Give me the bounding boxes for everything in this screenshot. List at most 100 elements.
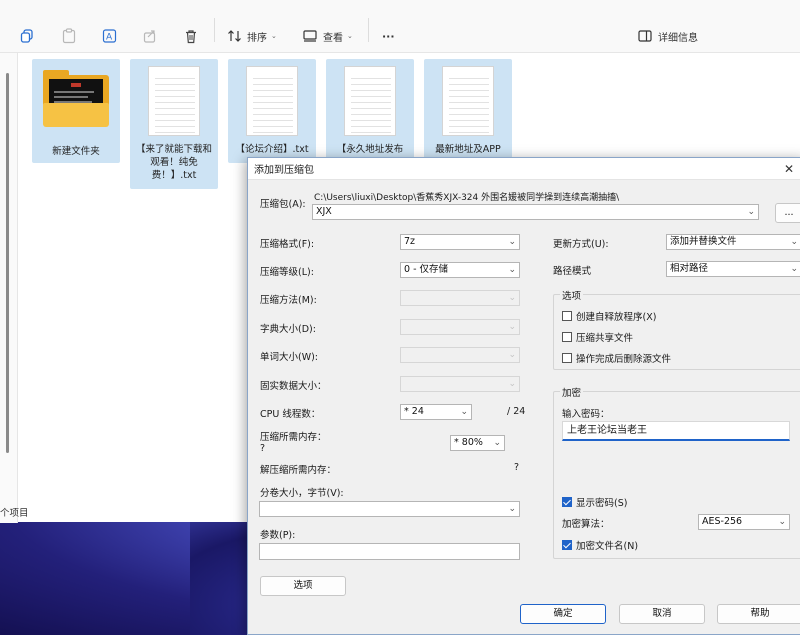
chevron-down-icon: ⌄	[493, 438, 501, 448]
chevron-down-icon: ⌄	[778, 517, 786, 527]
dictionary-select[interactable]: ⌄	[400, 319, 520, 335]
word-size-select[interactable]: ⌄	[400, 347, 520, 363]
share-icon[interactable]	[143, 24, 157, 48]
dictionary-label: 字典大小(D):	[260, 324, 316, 335]
path-mode-select[interactable]: 相对路径 ⌄	[666, 261, 800, 277]
chevron-down-icon: ⌄	[508, 504, 516, 514]
toolbar-divider	[214, 18, 215, 42]
options-button[interactable]: 选项	[260, 576, 346, 596]
compress-memory-label: 压缩所需内存：	[260, 432, 327, 443]
format-label: 压缩格式(F):	[260, 239, 315, 250]
folder-icon	[32, 63, 120, 139]
split-size-combo[interactable]: ⌄	[259, 501, 520, 517]
encrypt-names-checkbox[interactable]: 加密文件名(N)	[562, 538, 638, 552]
status-bar: 个项目	[0, 508, 29, 519]
view-button[interactable]: 查看 ⌄	[303, 24, 353, 48]
chevron-down-icon: ⌄	[508, 322, 516, 332]
cancel-button[interactable]: 取消	[619, 604, 705, 624]
chevron-down-icon: ⌄	[790, 237, 798, 247]
method-select[interactable]: ⌄	[400, 290, 520, 306]
svg-text:A: A	[106, 33, 113, 43]
memory-percent-select[interactable]: * 80% ⌄	[450, 435, 505, 451]
toolbar-divider	[368, 18, 369, 42]
file-name: 新建文件夹	[52, 146, 100, 157]
encrypt-names-label: 加密文件名(N)	[576, 541, 639, 552]
file-name: 【来了就能下载和观看！纯免费！】.txt	[135, 144, 212, 181]
file-item-folder[interactable]: 新建文件夹	[32, 59, 120, 163]
explorer-toolbar: A 排序 ⌄ 查看 ⌄ ··· 详细信息	[0, 10, 720, 58]
chevron-down-icon: ⌄	[790, 264, 798, 274]
browse-button[interactable]: ...	[775, 203, 800, 223]
encryption-group: 加密 输入密码： 上老王论坛当老王 显示密码(S) 加密算法： AES-256 ⌄…	[553, 385, 800, 559]
text-file-icon	[442, 66, 494, 136]
chevron-down-icon: ⌄	[508, 265, 516, 275]
encryption-method-select[interactable]: AES-256 ⌄	[698, 514, 790, 530]
delete-after-checkbox[interactable]: 操作完成后删除源文件	[562, 351, 671, 365]
password-input[interactable]: 上老王论坛当老王	[562, 421, 790, 441]
level-select[interactable]: 0 - 仅存储 ⌄	[400, 262, 520, 278]
update-mode-label: 更新方式(U):	[553, 239, 609, 250]
file-name: 最新地址及APP	[435, 144, 501, 155]
rename-icon[interactable]: A	[102, 24, 118, 48]
delete-after-label: 操作完成后删除源文件	[576, 354, 672, 365]
level-value: 0 - 仅存储	[404, 264, 449, 275]
parameters-label: 参数(P):	[260, 530, 296, 541]
format-select[interactable]: 7z ⌄	[400, 234, 520, 250]
word-size-label: 单词大小(W):	[260, 352, 319, 363]
file-name: 【论坛介绍】.txt	[235, 144, 309, 155]
details-pane-icon	[638, 30, 652, 42]
archive-name-combo[interactable]: XJX ⌄	[312, 204, 759, 220]
options-group: 选项 创建自释放程序(X) 压缩共享文件 操作完成后删除源文件	[553, 288, 800, 370]
sort-button[interactable]: 排序 ⌄	[227, 24, 277, 48]
update-mode-select[interactable]: 添加并替换文件 ⌄	[666, 234, 800, 250]
chevron-down-icon: ⌄	[347, 32, 353, 40]
path-mode-label: 路径模式	[553, 266, 592, 277]
close-icon[interactable]: ✕	[784, 162, 794, 176]
chevron-down-icon: ⌄	[508, 293, 516, 303]
options-group-title: 选项	[560, 288, 584, 302]
file-item-txt[interactable]: 【永久地址发布	[326, 59, 414, 163]
show-password-checkbox[interactable]: 显示密码(S)	[562, 495, 627, 509]
show-password-label: 显示密码(S)	[576, 498, 628, 509]
memory-percent-value: * 80%	[454, 437, 483, 448]
cpu-threads-value: * 24	[404, 406, 424, 417]
view-label: 查看	[323, 32, 343, 44]
archive-label: 压缩包(A):	[260, 199, 306, 210]
cpu-threads-label: CPU 线程数：	[260, 409, 321, 420]
copy-icon[interactable]	[20, 24, 34, 48]
cpu-threads-select[interactable]: * 24 ⌄	[400, 404, 472, 420]
split-size-label: 分卷大小，字节(V):	[260, 488, 344, 499]
file-item-txt[interactable]: 【论坛介绍】.txt	[228, 59, 316, 163]
ok-button[interactable]: 确定	[520, 604, 606, 624]
encryption-method-label: 加密算法：	[562, 519, 610, 530]
compress-shared-checkbox[interactable]: 压缩共享文件	[562, 330, 633, 344]
update-mode-value: 添加并替换文件	[670, 236, 737, 247]
help-button[interactable]: 帮助	[717, 604, 800, 624]
encryption-group-title: 加密	[560, 385, 584, 399]
sort-label: 排序	[247, 32, 267, 44]
delete-icon[interactable]	[184, 24, 198, 48]
more-options-button[interactable]: ···	[382, 24, 395, 48]
archive-path: C:\Users\liuxi\Desktop\香蕉秀XJX-324 外围名媛被同…	[314, 193, 620, 203]
create-sfx-label: 创建自释放程序(X)	[576, 312, 657, 323]
decompress-memory-label: 解压缩所需内存：	[260, 465, 337, 476]
method-label: 压缩方法(M):	[260, 295, 317, 306]
sort-icon	[228, 30, 241, 42]
text-file-icon	[344, 66, 396, 136]
password-label: 输入密码：	[562, 409, 610, 420]
chevron-down-icon: ⌄	[747, 207, 755, 217]
dialog-title: 添加到压缩包	[248, 158, 800, 180]
decompress-memory-value: ?	[514, 462, 520, 473]
solid-size-select[interactable]: ⌄	[400, 376, 520, 392]
text-file-icon	[148, 66, 200, 136]
file-item-txt[interactable]: 最新地址及APP	[424, 59, 512, 163]
details-label: 详细信息	[658, 32, 698, 44]
chevron-down-icon: ⌄	[508, 237, 516, 247]
file-item-txt[interactable]: 【来了就能下载和观看！纯免费！】.txt	[130, 59, 218, 189]
details-pane-button[interactable]: 详细信息	[638, 24, 698, 48]
nav-scrollbar[interactable]	[6, 73, 9, 453]
solid-size-label: 固实数据大小：	[260, 381, 327, 392]
paste-icon[interactable]	[62, 24, 76, 48]
create-sfx-checkbox[interactable]: 创建自释放程序(X)	[562, 309, 656, 323]
parameters-input[interactable]	[259, 543, 520, 560]
